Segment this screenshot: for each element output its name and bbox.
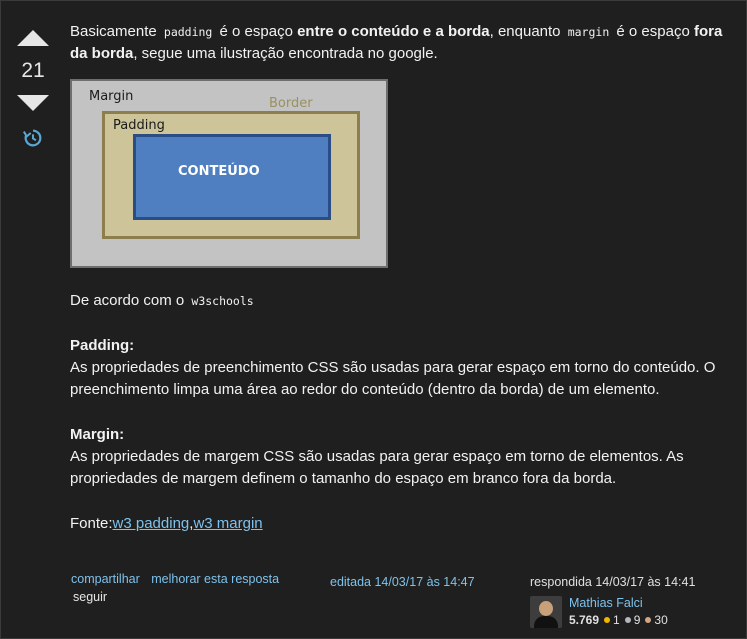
figure-content-box: CONTEÚDO (133, 134, 331, 220)
vote-column: 21 (13, 23, 53, 153)
margin-text: As propriedades de margem CSS são usadas… (70, 448, 684, 487)
figure-border-box: Padding CONTEÚDO (102, 111, 360, 239)
follow-link[interactable]: seguir (73, 590, 279, 604)
reputation: 5.769 (569, 613, 600, 627)
source-text: De acordo com o (70, 292, 189, 309)
intro-paragraph: Basicamente padding é o espaço entre o c… (70, 21, 730, 65)
bronze-badge-icon (645, 617, 652, 624)
answer-body: Basicamente padding é o espaço entre o c… (70, 21, 730, 535)
fonte-line: Fonte:w3 padding,w3 margin (70, 513, 730, 535)
w3-margin-link[interactable]: w3 margin (193, 515, 262, 532)
share-link[interactable]: compartilhar (71, 572, 140, 586)
figure-content-label: CONTEÚDO (178, 164, 260, 179)
margin-section: Margin: As propriedades de margem CSS são… (70, 424, 730, 490)
gold-badge-icon (604, 617, 611, 624)
code-margin: margin (567, 25, 610, 39)
figure-margin-label: Margin (89, 89, 134, 104)
margin-heading: Margin: (70, 426, 125, 443)
answered-time: respondida 14/03/17 às 14:41 (530, 575, 696, 589)
fonte-label: Fonte: (70, 515, 113, 532)
intro-text-4: é o espaço (612, 23, 694, 40)
bold-between: entre o conteúdo e a borda (297, 23, 490, 40)
bronze-count: 30 (654, 613, 668, 627)
intro-text-3: , enquanto (489, 23, 565, 40)
vote-count: 21 (21, 59, 45, 82)
edited-info[interactable]: editada 14/03/17 às 14:47 (330, 575, 475, 589)
intro-text-2: é o espaço (215, 23, 298, 40)
silver-count: 9 (633, 613, 641, 627)
padding-heading: Padding: (70, 337, 135, 354)
code-w3schools: w3schools (191, 294, 254, 308)
user-card: respondida 14/03/17 às 14:41 Mathias Fal… (530, 575, 696, 628)
upvote-button[interactable] (17, 30, 49, 46)
box-model-illustration: Margin Border Padding CONTEÚDO (70, 79, 388, 268)
source-line: De acordo com o w3schools (70, 290, 730, 312)
padding-section: Padding: As propriedades de preenchimento… (70, 335, 730, 401)
avatar[interactable] (530, 596, 562, 628)
code-padding: padding (163, 25, 213, 39)
user-stats: 5.769 1 9 30 (569, 613, 668, 627)
user-name-link[interactable]: Mathias Falci (569, 596, 668, 610)
w3-padding-link[interactable]: w3 padding (113, 515, 190, 532)
intro-text-5: , segue uma ilustração encontrada no goo… (133, 45, 438, 62)
intro-text-1: Basicamente (70, 23, 161, 40)
answer-container: 21 Basicamente padding é o espaço entre … (0, 0, 747, 639)
padding-text: As propriedades de preenchimento CSS são… (70, 359, 716, 398)
gold-count: 1 (613, 613, 620, 627)
user-details: Mathias Falci 5.769 1 9 30 (569, 596, 668, 627)
improve-link[interactable]: melhorar esta resposta (151, 572, 279, 586)
post-menu: compartilhar melhorar esta resposta segu… (71, 572, 279, 604)
history-icon[interactable] (22, 127, 44, 149)
downvote-button[interactable] (17, 95, 49, 111)
silver-badge-icon (624, 617, 631, 624)
